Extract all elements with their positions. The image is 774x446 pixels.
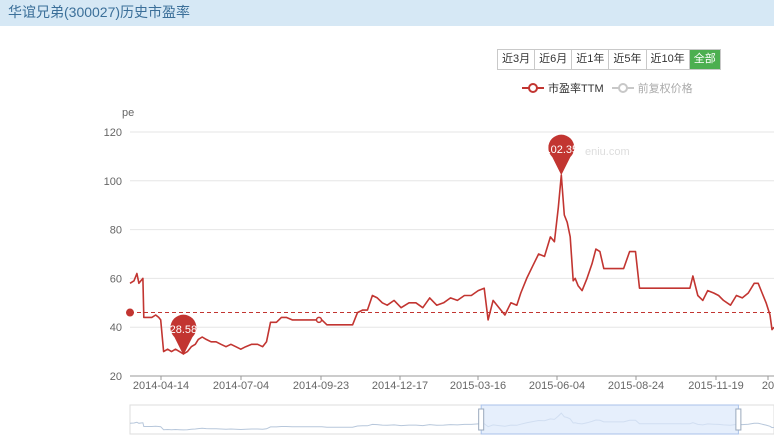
y-tick-label: 100 (104, 176, 122, 188)
x-tick-label: 2015-03-16 (450, 380, 506, 392)
x-tick-label: 2014-04-14 (133, 380, 189, 392)
y-tick-label: 80 (110, 225, 122, 237)
navigator-handle-right[interactable] (735, 408, 742, 431)
y-tick-label: 120 (104, 127, 122, 139)
annotation-label: 28.58 (170, 324, 198, 336)
x-tick-label: 2015-06-04 (529, 380, 585, 392)
x-tick-label: 2015-11-19 (688, 380, 743, 392)
y-tick-label: 60 (110, 273, 122, 285)
y-axis-label: pe (122, 107, 134, 119)
series-point (315, 316, 323, 324)
x-tick-label: 20 (762, 380, 774, 392)
reference-marker (126, 308, 134, 317)
x-tick-label: 2014-07-04 (213, 380, 269, 392)
x-tick-label: 2014-12-17 (372, 380, 428, 392)
y-tick-label: 20 (110, 371, 122, 383)
y-tick-label: 40 (110, 322, 122, 334)
annotation-label: 102.35 (544, 144, 578, 156)
x-tick-label: 2014-09-23 (293, 380, 349, 392)
navigator-selection[interactable] (480, 404, 739, 435)
watermark-text: eniu.com (585, 146, 630, 158)
x-tick-label: 2015-08-24 (608, 380, 664, 392)
pe-chart: 20 40 60 80 100 120pe 2014-04-14 2014-07-04 2014… (104, 107, 774, 435)
navigator-handle-left[interactable] (478, 408, 485, 431)
